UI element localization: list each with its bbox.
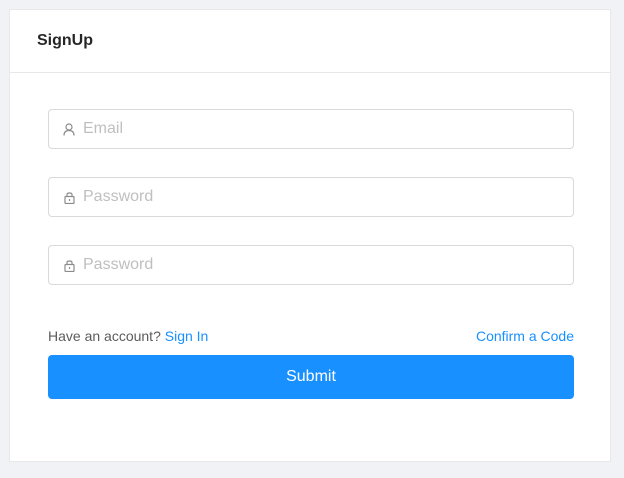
password-field[interactable] [48, 177, 574, 217]
card-title: SignUp [37, 32, 93, 49]
signup-form [48, 109, 574, 313]
confirm-password-input[interactable] [83, 256, 553, 274]
email-input[interactable] [83, 120, 553, 138]
submit-button[interactable]: Submit [48, 355, 574, 399]
password-input[interactable] [83, 188, 553, 206]
lock-icon [62, 190, 76, 204]
card-header: SignUp [10, 10, 610, 73]
signup-card: SignUp Email Have an account? Sign In Co… [9, 9, 611, 462]
email-field[interactable] [48, 109, 574, 149]
have-account-text: Have an account? [48, 328, 161, 344]
confirm-password-field[interactable] [48, 245, 574, 285]
confirm-code-link[interactable]: Confirm a Code [476, 328, 574, 344]
have-account-prompt: Have an account? Sign In [48, 328, 208, 344]
lock-icon [62, 258, 76, 272]
sign-in-link[interactable]: Sign In [165, 328, 209, 344]
links-row: Have an account? Sign In Confirm a Code [48, 326, 574, 346]
user-icon [62, 122, 76, 136]
